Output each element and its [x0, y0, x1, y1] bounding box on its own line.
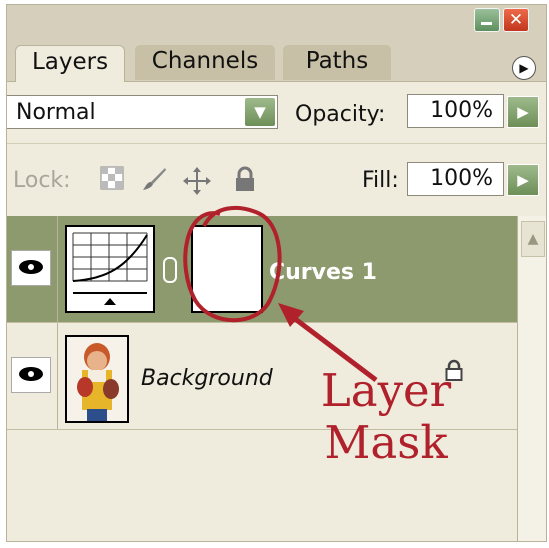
close-button[interactable]: ✕: [503, 8, 529, 32]
visibility-toggle[interactable]: [11, 357, 51, 393]
fill-slider-button[interactable]: ▶: [507, 164, 539, 196]
lock-label: Lock:: [13, 168, 71, 193]
fill-label: Fill:: [362, 168, 399, 193]
annotation-line-1: Layer: [320, 364, 452, 417]
lock-row: Lock: Fill: 100% ▶: [7, 143, 546, 217]
layer-name-curves[interactable]: Curves 1: [269, 260, 377, 285]
blend-mode-value: Normal: [16, 100, 96, 125]
tab-channels[interactable]: Channels: [135, 45, 275, 80]
layer-mask-thumbnail[interactable]: [191, 225, 263, 313]
lock-pixels-brush-icon[interactable]: [141, 166, 167, 198]
layers-list: Curves 1 Background ▲: [7, 216, 546, 541]
chain-link-icon[interactable]: [163, 257, 177, 283]
scroll-up-button[interactable]: ▲: [521, 221, 545, 257]
annotation-label: Layer Mask: [316, 365, 456, 469]
panel-title-bar: ✕: [7, 5, 546, 35]
opacity-input[interactable]: 100%: [407, 94, 504, 128]
layer-name-background[interactable]: Background: [141, 366, 273, 391]
visibility-toggle[interactable]: [11, 250, 51, 286]
opacity-label: Opacity:: [295, 102, 386, 127]
lock-transparency-icon[interactable]: [100, 166, 124, 196]
layer-row-curves[interactable]: Curves 1: [7, 216, 517, 323]
annotation-line-2: Mask: [324, 416, 448, 469]
visibility-cell[interactable]: [7, 323, 58, 429]
fill-input[interactable]: 100%: [407, 162, 504, 196]
tab-bar: Layers Channels Paths ▶: [7, 35, 546, 82]
tab-paths[interactable]: Paths: [283, 45, 391, 80]
curves-adjustment-thumbnail[interactable]: [65, 225, 155, 313]
minimize-button[interactable]: [474, 8, 500, 32]
opacity-slider-button[interactable]: ▶: [507, 96, 539, 128]
blend-row: Normal ▼ Opacity: 100% ▶: [7, 82, 546, 138]
eye-icon: [19, 260, 43, 274]
lock-all-icon[interactable]: [233, 166, 257, 198]
eye-icon: [19, 367, 43, 381]
background-image-thumbnail[interactable]: [65, 335, 129, 423]
lock-position-move-icon[interactable]: [182, 166, 212, 202]
blend-mode-select[interactable]: Normal ▼: [7, 95, 278, 129]
tab-layers[interactable]: Layers: [15, 45, 125, 82]
visibility-cell[interactable]: [7, 216, 58, 322]
layers-scrollbar[interactable]: ▲: [517, 216, 546, 541]
chevron-down-icon[interactable]: ▼: [245, 98, 275, 126]
panel-menu-button[interactable]: ▶: [512, 56, 536, 80]
layers-panel: ✕ Layers Channels Paths ▶ Normal ▼ Opaci…: [6, 4, 547, 542]
